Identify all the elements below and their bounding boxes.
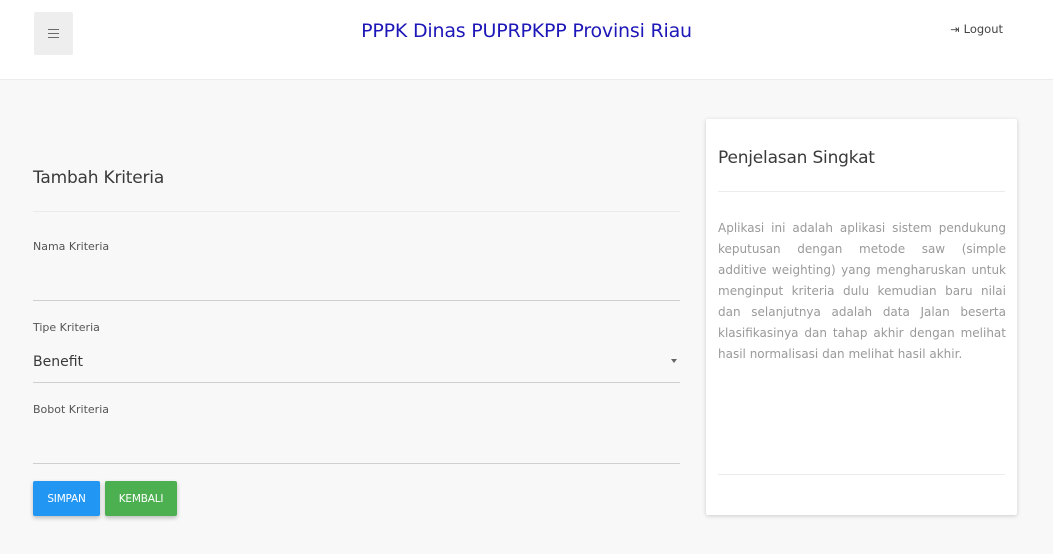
info-card-title: Penjelasan Singkat [718,148,875,168]
bobot-kriteria-underline [33,463,680,464]
caret-down-icon [671,359,677,363]
tipe-kriteria-value: Benefit [33,354,84,370]
logout-link[interactable]: ⇥ Logout [950,22,1003,36]
tipe-kriteria-label: Tipe Kriteria [33,321,100,334]
tipe-kriteria-underline [33,382,680,383]
logout-label: Logout [963,22,1003,36]
info-card-footer-divider [718,474,1005,475]
nama-kriteria-underline [33,300,680,301]
nama-kriteria-input[interactable] [33,262,680,300]
nama-kriteria-label: Nama Kriteria [33,240,110,253]
form-divider [33,211,680,212]
top-navbar: PPPK Dinas PUPRPKPP Provinsi Riau ⇥ Logo… [0,0,1053,80]
bobot-kriteria-label: Bobot Kriteria [33,403,109,416]
info-card-text: Aplikasi ini adalah aplikasi sistem pend… [718,221,1006,361]
tipe-kriteria-select[interactable]: Benefit [33,354,680,382]
sign-out-icon: ⇥ [950,22,960,36]
app-title: PPPK Dinas PUPRPKPP Provinsi Riau [361,20,692,42]
info-card-divider [718,191,1005,192]
info-card: Penjelasan Singkat Aplikasi ini adalah a… [706,119,1017,515]
bobot-kriteria-input[interactable] [33,425,680,463]
form-title: Tambah Kriteria [33,168,165,188]
back-button[interactable]: KEMBALI [105,481,177,516]
save-button[interactable]: SIMPAN [33,481,100,516]
